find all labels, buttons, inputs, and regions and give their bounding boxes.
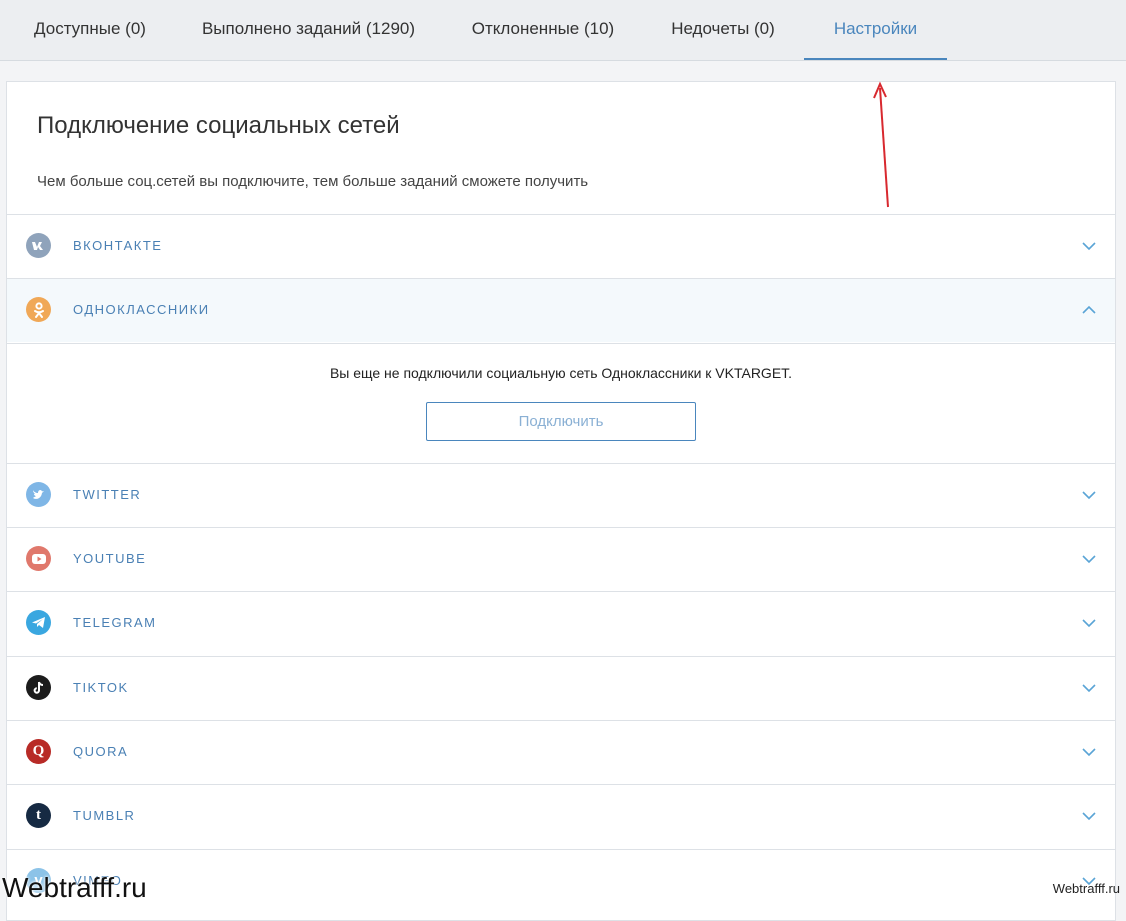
- social-row-twitter[interactable]: TWITTER: [7, 463, 1115, 527]
- social-row-quora[interactable]: Q QUORA: [7, 720, 1115, 784]
- social-row-label: YOUTUBE: [73, 551, 147, 566]
- chevron-down-icon[interactable]: [1082, 745, 1096, 759]
- social-row-vk[interactable]: ВКОНТАКТЕ: [7, 214, 1115, 278]
- chevron-down-icon[interactable]: [1082, 616, 1096, 630]
- page-title: Подключение социальных сетей: [37, 112, 400, 139]
- connect-button[interactable]: Подключить: [426, 402, 696, 441]
- telegram-icon: [26, 610, 51, 635]
- quora-icon: Q: [26, 739, 51, 764]
- social-row-label: TUMBLR: [73, 808, 136, 823]
- social-row-label: TWITTER: [73, 487, 142, 502]
- social-row-label: QUORA: [73, 744, 129, 759]
- chevron-down-icon[interactable]: [1082, 552, 1096, 566]
- top-tab-bar: Доступные (0) Выполнено заданий (1290) О…: [0, 0, 1126, 61]
- social-row-vimeo[interactable]: v VIMEO: [7, 849, 1115, 913]
- annotation-arrow-icon: [873, 81, 889, 208]
- social-row-label: ВКОНТАКТЕ: [73, 238, 163, 253]
- social-row-telegram[interactable]: TELEGRAM: [7, 591, 1115, 655]
- chevron-down-icon[interactable]: [1082, 239, 1096, 253]
- youtube-icon: [26, 546, 51, 571]
- tumblr-icon: t: [26, 803, 51, 828]
- tiktok-icon: [26, 675, 51, 700]
- social-row-tumblr[interactable]: t TUMBLR: [7, 784, 1115, 848]
- odnoklassniki-icon: [26, 297, 51, 322]
- social-row-label: TIKTOK: [73, 680, 129, 695]
- social-row-odnoklassniki[interactable]: ОДНОКЛАССНИКИ: [7, 278, 1115, 342]
- social-networks-panel: Подключение социальных сетей Чем больше …: [6, 81, 1116, 921]
- watermark-left: Webtrafff.ru: [2, 872, 147, 903]
- odnoklassniki-expanded-panel: Вы еще не подключили социальную сеть Одн…: [7, 343, 1115, 463]
- social-row-tiktok[interactable]: TIKTOK: [7, 656, 1115, 720]
- social-row-label: ОДНОКЛАССНИКИ: [73, 302, 210, 317]
- chevron-down-icon[interactable]: [1082, 681, 1096, 695]
- social-row-label: TELEGRAM: [73, 615, 157, 630]
- social-row-youtube[interactable]: YOUTUBE: [7, 527, 1115, 591]
- tab-available[interactable]: Доступные (0): [0, 0, 180, 60]
- watermark-right: Webtrafff.ru: [1052, 881, 1120, 896]
- chevron-up-icon[interactable]: [1082, 303, 1096, 317]
- twitter-icon: [26, 482, 51, 507]
- tab-shortcomings[interactable]: Недочеты (0): [648, 0, 798, 60]
- chevron-down-icon[interactable]: [1082, 488, 1096, 502]
- page-subtitle: Чем больше соц.сетей вы подключите, тем …: [37, 173, 589, 190]
- tab-rejected[interactable]: Отклоненные (10): [443, 0, 643, 60]
- tab-completed[interactable]: Выполнено заданий (1290): [180, 0, 437, 60]
- vk-icon: [26, 233, 51, 258]
- not-connected-message: Вы еще не подключили социальную сеть Одн…: [329, 365, 793, 381]
- tab-settings[interactable]: Настройки: [804, 0, 947, 60]
- chevron-down-icon[interactable]: [1082, 809, 1096, 823]
